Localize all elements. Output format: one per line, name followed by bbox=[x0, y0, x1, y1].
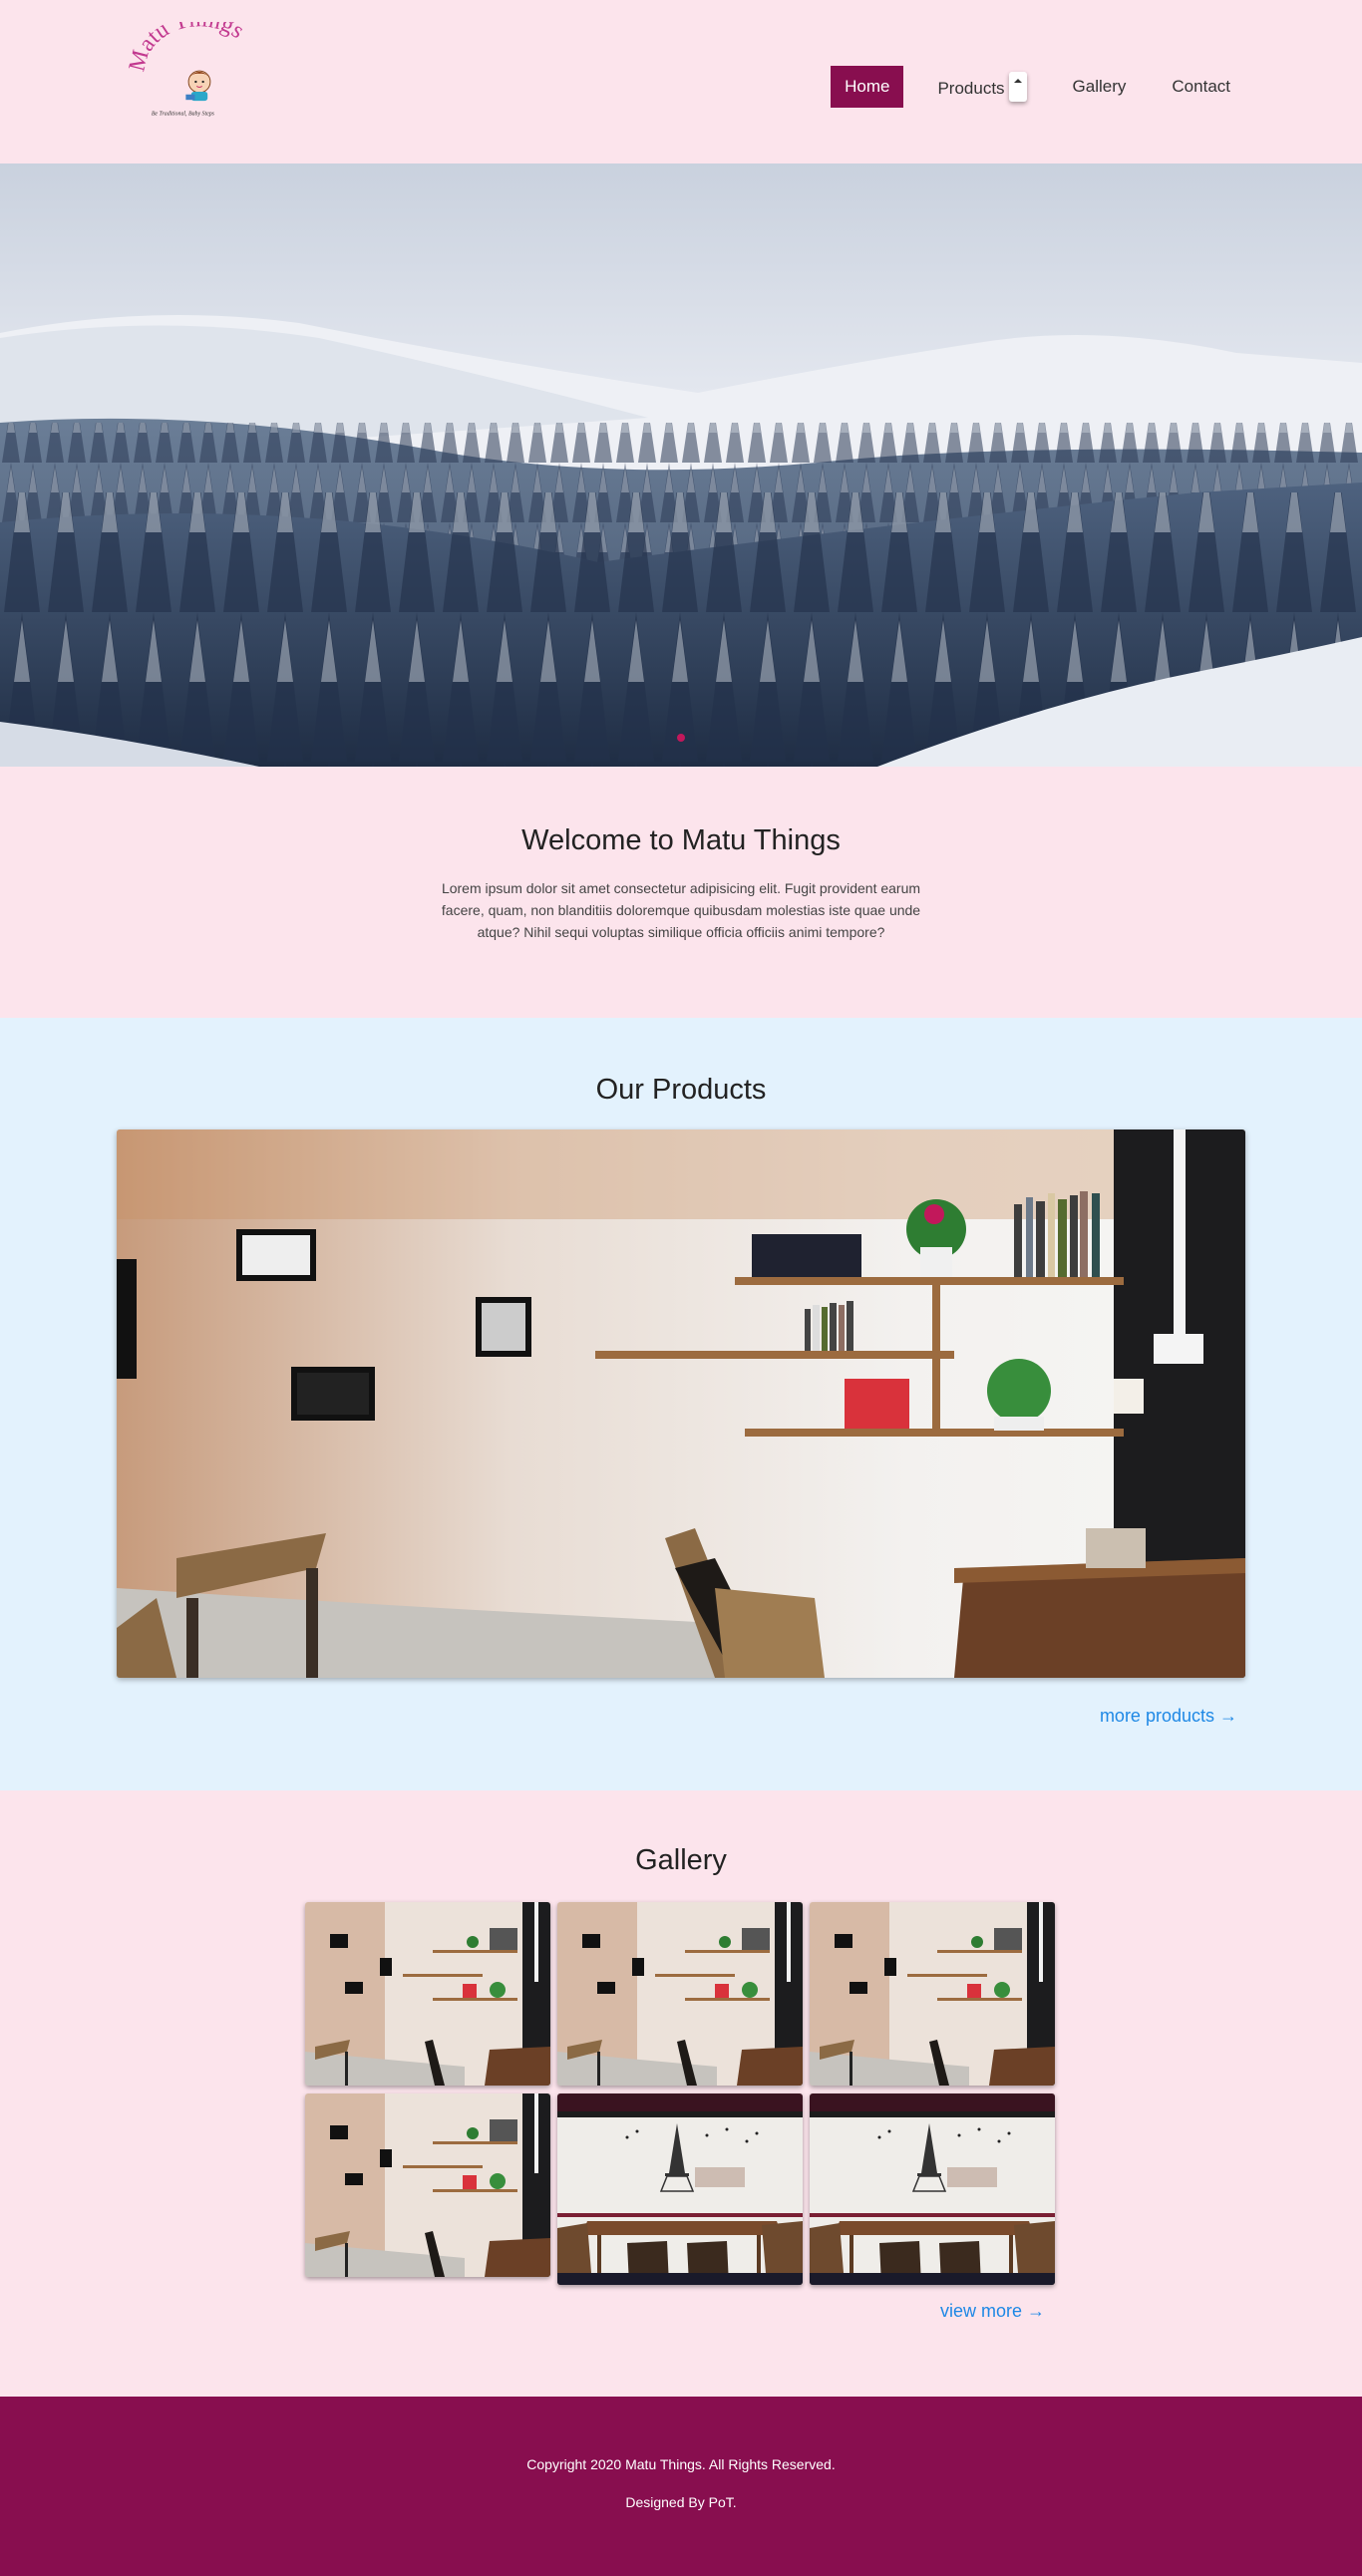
cafe-wall-image bbox=[305, 2093, 550, 2277]
credit-text: Designed By PoT. bbox=[625, 2494, 737, 2510]
welcome-title: Welcome to Matu Things bbox=[521, 824, 841, 856]
gallery-image[interactable] bbox=[810, 1902, 1055, 2086]
gallery-image[interactable] bbox=[305, 2093, 550, 2277]
brand-logo[interactable]: Matu Things Be Traditional, Baby Steps bbox=[125, 22, 274, 132]
site-footer: Copyright 2020 Matu Things. All Rights R… bbox=[0, 2397, 1362, 2576]
gallery-section: Gallery view more → bbox=[0, 1790, 1362, 2397]
cafe-wall-image bbox=[557, 1902, 803, 2086]
nav-products-label: Products bbox=[937, 79, 1005, 98]
carousel-dot[interactable] bbox=[677, 734, 685, 742]
welcome-text: Lorem ipsum dolor sit amet consectetur a… bbox=[441, 880, 921, 940]
gallery-title: Gallery bbox=[635, 1844, 727, 1876]
cafe-wall-image bbox=[305, 1902, 550, 2086]
nav-home[interactable]: Home bbox=[831, 66, 904, 108]
cafe-eiffel-image bbox=[810, 2093, 1055, 2285]
products-image[interactable] bbox=[117, 1129, 1245, 1678]
products-title: Our Products bbox=[595, 1074, 767, 1106]
welcome-section: Welcome to Matu Things Lorem ipsum dolor… bbox=[0, 767, 1362, 1018]
cafe-eiffel-image bbox=[557, 2093, 803, 2285]
svg-text:Matu Things: Matu Things bbox=[125, 22, 249, 74]
site-header: Matu Things Be Traditional, Baby Steps H… bbox=[0, 0, 1362, 163]
view-more-link[interactable]: view more → bbox=[940, 2301, 1045, 2322]
gallery-image[interactable] bbox=[305, 1902, 550, 2086]
nav-contact[interactable]: Contact bbox=[1160, 66, 1242, 108]
logo-graphic: Matu Things Be Traditional, Baby Steps bbox=[125, 22, 249, 118]
hero-carousel bbox=[0, 163, 1362, 767]
gallery-image[interactable] bbox=[557, 1902, 803, 2086]
more-products-link[interactable]: more products → bbox=[1100, 1706, 1237, 1727]
hero-image bbox=[0, 163, 1362, 767]
main-nav: Home Products Gallery Contact bbox=[809, 61, 1242, 113]
logo-tagline: Be Traditional, Baby Steps bbox=[152, 112, 215, 118]
dropdown-toggle-icon[interactable] bbox=[1008, 72, 1027, 102]
gallery-image[interactable] bbox=[557, 2093, 803, 2285]
gallery-image[interactable] bbox=[810, 2093, 1055, 2285]
cafe-wall-image bbox=[810, 1902, 1055, 2086]
nav-gallery[interactable]: Gallery bbox=[1061, 66, 1139, 108]
products-section: Our Products more products → bbox=[0, 1018, 1362, 1790]
nav-products[interactable]: Products bbox=[925, 61, 1038, 113]
cafe-wall-image bbox=[117, 1129, 1245, 1678]
copyright-text: Copyright 2020 Matu Things. All Rights R… bbox=[526, 2456, 836, 2472]
